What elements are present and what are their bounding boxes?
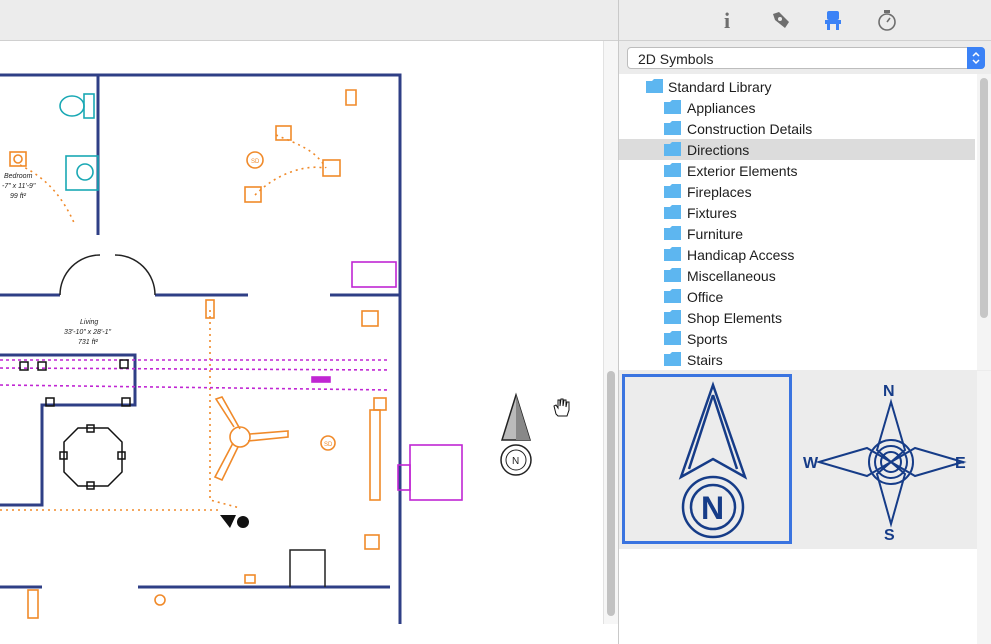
compass-letter-e: E [955,455,966,472]
folder-icon [664,184,681,198]
compass-letter-w: W [803,455,819,472]
folder-icon [664,205,681,219]
tree-item-fixtures[interactable]: Fixtures [619,202,975,223]
stopwatch-icon[interactable] [875,8,899,32]
tree-scroll-thumb[interactable] [980,78,988,318]
tree-item-label: Directions [687,142,750,158]
folder-icon [664,331,681,345]
smoke-detector-label: SD [324,442,333,448]
tree-item-exterior-elements[interactable]: Exterior Elements [619,160,975,181]
tree-item-appliances[interactable]: Appliances [619,97,975,118]
library-type-dropdown[interactable]: 2D Symbols [627,47,985,69]
folder-icon [664,163,681,177]
canvas-toolbar [0,0,618,41]
placed-north-arrow: N [500,392,532,476]
wall-outline [0,73,402,624]
tree-item-label: Construction Details [687,121,813,137]
compass-rose-symbol[interactable]: N W E S [799,374,969,544]
folder-icon [664,100,681,114]
floor-plan-canvas[interactable]: Bedroom -7" x 11'-9" 99 ft² Living 33'-1… [0,41,603,624]
tree-item-stairs[interactable]: Stairs [619,349,975,370]
library-type-value: 2D Symbols [638,51,714,67]
room-size-bedroom: -7" x 11'-9" [2,183,36,190]
tree-item-label: Fireplaces [687,184,752,200]
folder-icon [664,289,681,303]
tree-item-shop-elements[interactable]: Shop Elements [619,307,975,328]
tree-item-furniture[interactable]: Furniture [619,223,975,244]
north-arrow-letter: N [701,490,724,526]
smoke-detector-label: SD [251,159,260,165]
folder-icon [664,121,681,135]
svg-text:i: i [724,8,730,32]
symbol-preview-empty [619,549,977,644]
compass-letter-n: N [883,383,895,400]
tree-item-label: Shop Elements [687,310,782,326]
info-icon[interactable]: i [717,8,741,33]
tree-item-office[interactable]: Office [619,286,975,307]
tree-item-label: Standard Library [668,79,772,95]
tree-item-handicap-access[interactable]: Handicap Access [619,244,975,265]
tree-item-label: Stairs [687,352,723,368]
tree-item-label: Appliances [687,100,756,116]
hand-cursor-icon [553,398,570,417]
canvas-vertical-scrollbar[interactable] [603,41,619,624]
panel-tab-bar: i [619,0,991,41]
compass-letter-s: S [884,527,895,544]
placed-north-letter: N [512,456,519,467]
tree-item-standard-library[interactable]: Standard Library [619,76,975,97]
floor-plan-drawing: Bedroom -7" x 11'-9" 99 ft² Living 33'-1… [0,73,570,624]
tree-item-sports[interactable]: Sports [619,328,975,349]
tree-item-label: Exterior Elements [687,163,798,179]
door-swing [114,254,156,296]
folder-icon [664,247,681,261]
tree-item-label: Handicap Access [687,247,795,263]
tree-vertical-scrollbar[interactable] [977,74,991,370]
symbol-preview-grid: N N W E S [619,371,977,549]
wall-kitchen [0,353,137,507]
folder-icon [664,268,681,282]
ceiling-fan [213,396,289,482]
tree-item-label: Furniture [687,226,744,242]
pen-icon[interactable] [769,8,793,32]
chair-icon[interactable] [821,8,845,32]
tree-item-construction-details[interactable]: Construction Details [619,118,975,139]
tree-item-label: Office [687,289,724,305]
preview-vertical-scrollbar[interactable] [977,371,991,644]
folder-icon [664,142,681,156]
folder-icon [646,79,663,93]
folder-icon [664,310,681,324]
tree-item-miscellaneous[interactable]: Miscellaneous [619,265,975,286]
folder-icon [664,226,681,240]
tree-item-fireplaces[interactable]: Fireplaces [619,181,975,202]
room-area-bedroom: 99 ft² [10,193,27,200]
library-tree: Standard Library Appliances Construction… [619,74,977,370]
room-size-living: 33'-10" x 28'-1" [64,329,111,336]
folder-icon [664,352,681,366]
room-label-bedroom: Bedroom [4,173,33,180]
library-panel: i 2D Symbols Standard Library Appliances [618,0,991,644]
north-arrow-symbol[interactable]: N [622,374,792,544]
tree-item-label: Sports [687,331,728,347]
tree-item-label: Fixtures [687,205,737,221]
door-swing [59,254,101,296]
tree-item-label: Miscellaneous [687,268,776,284]
chevron-updown-icon[interactable] [967,47,985,69]
room-area-living: 731 ft² [78,339,99,346]
room-label-living: Living [80,319,98,326]
canvas-scroll-thumb[interactable] [607,371,615,616]
tree-item-directions[interactable]: Directions [619,139,975,160]
